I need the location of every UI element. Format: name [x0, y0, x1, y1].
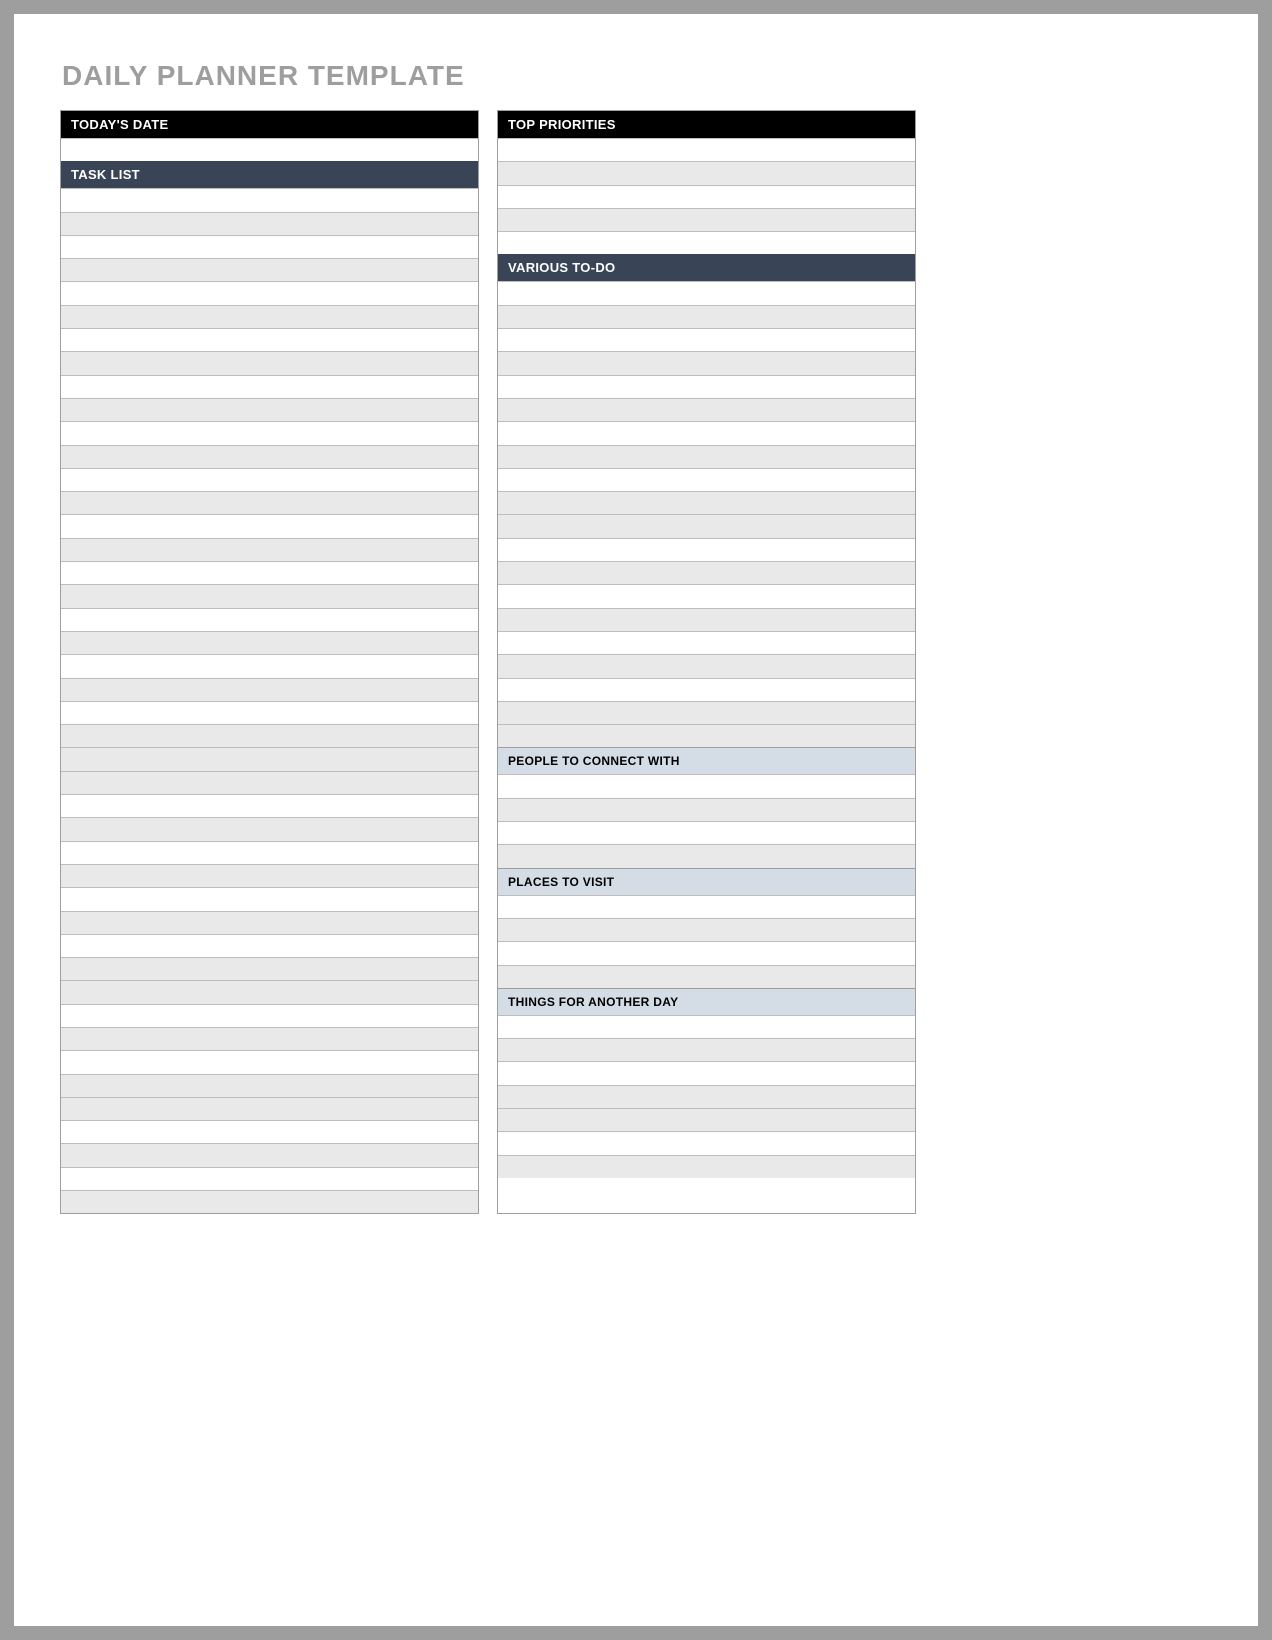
page-title: DAILY PLANNER TEMPLATE	[62, 60, 1212, 92]
task-row[interactable]	[61, 1190, 478, 1213]
priority-row[interactable]	[498, 185, 915, 208]
todo-row[interactable]	[498, 281, 915, 304]
priority-row[interactable]	[498, 138, 915, 161]
task-list-header: TASK LIST	[61, 161, 478, 188]
task-row[interactable]	[61, 724, 478, 747]
columns: TODAY'S DATE TASK LIST	[60, 110, 1212, 1214]
top-priorities-header: TOP PRIORITIES	[498, 111, 915, 138]
task-row[interactable]	[61, 468, 478, 491]
things-row[interactable]	[498, 1038, 915, 1061]
things-row[interactable]	[498, 1108, 915, 1131]
todo-row[interactable]	[498, 608, 915, 631]
todays-date-header: TODAY'S DATE	[61, 111, 478, 138]
places-row[interactable]	[498, 918, 915, 941]
task-row[interactable]	[61, 701, 478, 724]
task-row[interactable]	[61, 794, 478, 817]
task-row[interactable]	[61, 235, 478, 258]
task-row[interactable]	[61, 654, 478, 677]
todo-row[interactable]	[498, 678, 915, 701]
task-row[interactable]	[61, 514, 478, 537]
todo-row[interactable]	[498, 654, 915, 677]
things-row[interactable]	[498, 1131, 915, 1154]
task-row[interactable]	[61, 491, 478, 514]
places-row[interactable]	[498, 895, 915, 918]
task-row[interactable]	[61, 1004, 478, 1027]
various-todo-header: VARIOUS TO-DO	[498, 254, 915, 281]
task-row[interactable]	[61, 934, 478, 957]
people-row[interactable]	[498, 821, 915, 844]
task-row[interactable]	[61, 212, 478, 235]
task-row[interactable]	[61, 1143, 478, 1166]
places-header: PLACES TO VISIT	[498, 868, 915, 895]
things-row[interactable]	[498, 1155, 915, 1178]
todo-row[interactable]	[498, 305, 915, 328]
task-row[interactable]	[61, 375, 478, 398]
task-row[interactable]	[61, 1027, 478, 1050]
task-row[interactable]	[61, 864, 478, 887]
task-row[interactable]	[61, 1050, 478, 1073]
task-row[interactable]	[61, 305, 478, 328]
todo-row[interactable]	[498, 421, 915, 444]
task-row[interactable]	[61, 1097, 478, 1120]
task-row[interactable]	[61, 911, 478, 934]
things-row[interactable]	[498, 1061, 915, 1084]
todo-row[interactable]	[498, 631, 915, 654]
task-row[interactable]	[61, 188, 478, 211]
todo-row[interactable]	[498, 468, 915, 491]
places-row[interactable]	[498, 941, 915, 964]
task-row[interactable]	[61, 1167, 478, 1190]
left-column: TODAY'S DATE TASK LIST	[60, 110, 479, 1214]
todo-row[interactable]	[498, 701, 915, 724]
priority-row[interactable]	[498, 231, 915, 254]
todo-row[interactable]	[498, 724, 915, 747]
todo-row[interactable]	[498, 398, 915, 421]
task-row[interactable]	[61, 281, 478, 304]
task-row[interactable]	[61, 841, 478, 864]
people-row[interactable]	[498, 798, 915, 821]
people-row[interactable]	[498, 844, 915, 867]
things-row[interactable]	[498, 1015, 915, 1038]
task-row[interactable]	[61, 421, 478, 444]
right-column: TOP PRIORITIES VARIOUS TO-DO	[497, 110, 916, 1214]
todo-row[interactable]	[498, 375, 915, 398]
task-row[interactable]	[61, 887, 478, 910]
task-row[interactable]	[61, 980, 478, 1003]
task-row[interactable]	[61, 398, 478, 421]
things-header: THINGS FOR ANOTHER DAY	[498, 988, 915, 1015]
task-row[interactable]	[61, 608, 478, 631]
task-row[interactable]	[61, 258, 478, 281]
task-row[interactable]	[61, 957, 478, 980]
task-row[interactable]	[61, 1120, 478, 1143]
things-row[interactable]	[498, 1085, 915, 1108]
task-row[interactable]	[61, 584, 478, 607]
task-row[interactable]	[61, 351, 478, 374]
todo-row[interactable]	[498, 328, 915, 351]
task-row[interactable]	[61, 678, 478, 701]
todo-row[interactable]	[498, 514, 915, 537]
task-row[interactable]	[61, 771, 478, 794]
task-row[interactable]	[61, 538, 478, 561]
todo-row[interactable]	[498, 491, 915, 514]
priority-row[interactable]	[498, 161, 915, 184]
todo-row[interactable]	[498, 561, 915, 584]
task-row[interactable]	[61, 328, 478, 351]
people-row[interactable]	[498, 774, 915, 797]
task-row[interactable]	[61, 817, 478, 840]
priority-row[interactable]	[498, 208, 915, 231]
todo-row[interactable]	[498, 445, 915, 468]
task-row[interactable]	[61, 445, 478, 468]
planner-page: DAILY PLANNER TEMPLATE TODAY'S DATE TASK…	[0, 0, 1272, 1640]
todo-row[interactable]	[498, 584, 915, 607]
date-row[interactable]	[61, 138, 478, 161]
todo-row[interactable]	[498, 351, 915, 374]
task-row[interactable]	[61, 747, 478, 770]
task-row[interactable]	[61, 561, 478, 584]
people-header: PEOPLE TO CONNECT WITH	[498, 747, 915, 774]
places-row[interactable]	[498, 965, 915, 988]
task-row[interactable]	[61, 1074, 478, 1097]
task-row[interactable]	[61, 631, 478, 654]
todo-row[interactable]	[498, 538, 915, 561]
